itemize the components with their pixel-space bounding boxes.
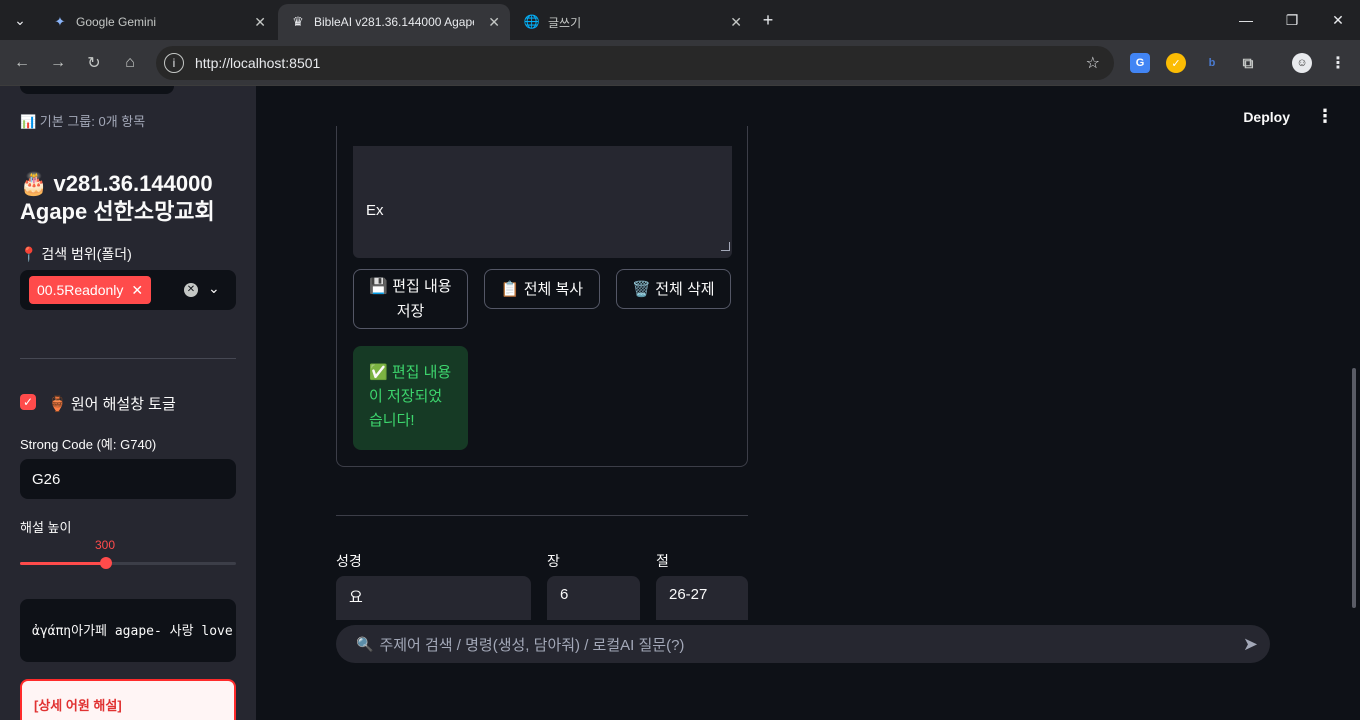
- restore-icon[interactable]: ❐: [1280, 8, 1304, 32]
- strong-code-label: Strong Code (예: G740): [20, 437, 157, 452]
- deploy-button[interactable]: Deploy: [1243, 109, 1290, 125]
- height-slider[interactable]: [20, 557, 236, 569]
- extensions-puzzle-icon[interactable]: ⧉: [1238, 53, 1258, 73]
- save-edit-button[interactable]: 💾 편집 내용 저장: [353, 269, 468, 329]
- bing-extension-icon[interactable]: b: [1202, 53, 1222, 73]
- sidebar-top-input[interactable]: [20, 86, 174, 94]
- reload-icon[interactable]: ↻: [82, 51, 106, 75]
- forward-icon[interactable]: →: [46, 51, 70, 75]
- tab-bibleai[interactable]: ♛ BibleAI v281.36.144000 Agape ✕: [278, 4, 510, 40]
- chat-placeholder: 주제어 검색 / 명령(생성, 담아줘) / 로컬AI 질문(?): [379, 636, 685, 654]
- browser-tab-bar: ⌄ ✦ Google Gemini ✕ ♛ BibleAI v281.36.14…: [0, 0, 1360, 40]
- clear-selection-icon[interactable]: ✕: [184, 283, 198, 297]
- detail-etymology-box: [상세 어원 해설]: [20, 679, 236, 720]
- height-slider-value: 300: [95, 538, 116, 552]
- chapter-input[interactable]: 6: [547, 576, 640, 620]
- browser-toolbar: ← → ↻ ⌂ i http://localhost:8501 ☆ G ✓ b …: [0, 40, 1360, 86]
- close-window-icon[interactable]: ✕: [1326, 8, 1350, 32]
- chip-label: 00.5Readonly: [37, 282, 124, 298]
- main-divider: [336, 515, 748, 516]
- version-title: 🎂 v281.36.144000 Agape 선한소망교회: [20, 171, 215, 224]
- selected-folder-chip[interactable]: 00.5Readonly ✕: [29, 276, 152, 304]
- close-tab-icon[interactable]: ✕: [254, 14, 266, 31]
- group-status-text: 📊 기본 그룹: 0개 항목: [20, 114, 146, 129]
- tab-google-gemini[interactable]: ✦ Google Gemini ✕: [40, 4, 276, 40]
- close-tab-icon[interactable]: ✕: [730, 14, 742, 31]
- chapter-label: 장: [547, 553, 560, 569]
- address-bar[interactable]: i http://localhost:8501 ☆: [156, 46, 1114, 80]
- search-icon: 🔍: [356, 635, 374, 652]
- main-scrollbar[interactable]: [1352, 368, 1356, 608]
- book-label: 성경: [336, 553, 362, 569]
- chip-remove-icon[interactable]: ✕: [131, 282, 143, 299]
- sidebar: 📊 기본 그룹: 0개 항목 🎂 v281.36.144000 Agape 선한…: [0, 86, 256, 720]
- toggle-label: 🏺 원어 해설창 토글: [48, 396, 176, 413]
- minimize-icon[interactable]: —: [1234, 8, 1258, 32]
- chrome-extension-icon[interactable]: ✓: [1166, 53, 1186, 73]
- home-icon[interactable]: ⌂: [118, 51, 142, 75]
- search-scope-label: 📍 검색 범위(폴더): [20, 246, 132, 262]
- main-menu-icon[interactable]: ⋮: [1316, 106, 1334, 127]
- chrome-menu-icon[interactable]: ⋮: [1328, 53, 1348, 73]
- folder-multiselect[interactable]: 00.5Readonly ✕ ✕ ⌄: [20, 270, 236, 310]
- save-success-message: ✅ 편집 내용이 저장되었습니다!: [353, 346, 468, 450]
- globe-icon: 🌐: [523, 14, 541, 29]
- send-icon[interactable]: ➤: [1243, 634, 1258, 655]
- delete-all-button[interactable]: 🗑️ 전체 삭제: [616, 269, 731, 309]
- back-icon[interactable]: ←: [10, 51, 34, 75]
- sidebar-divider: [20, 358, 236, 359]
- etymology-code-box: ἀγάπη아가페 agape- 사랑 love: [20, 599, 236, 662]
- copy-all-button[interactable]: 📋 전체 복사: [484, 269, 600, 309]
- bookmark-star-icon[interactable]: ☆: [1086, 53, 1100, 73]
- original-language-checkbox[interactable]: ✓: [20, 394, 36, 410]
- new-tab-icon[interactable]: +: [756, 8, 780, 32]
- site-info-icon[interactable]: i: [164, 53, 184, 73]
- slider-thumb[interactable]: [100, 557, 112, 569]
- main-area: Deploy ⋮ Ex 💾 편집 내용 저장 📋 전체 복사 🗑️ 전체 삭제 …: [256, 86, 1360, 720]
- detail-title: [상세 어원 해설]: [34, 698, 122, 713]
- verse-label: 절: [656, 553, 669, 569]
- translate-extension-icon[interactable]: G: [1130, 53, 1150, 73]
- gemini-icon: ✦: [54, 14, 66, 29]
- editor-textarea[interactable]: Ex: [353, 146, 732, 258]
- tab-write[interactable]: 🌐 글쓰기 ✕: [512, 4, 752, 40]
- slider-fill: [20, 562, 106, 565]
- tab-search-icon[interactable]: ⌄: [8, 8, 32, 32]
- resize-handle[interactable]: [721, 242, 730, 251]
- verse-input[interactable]: 26-27: [656, 576, 748, 620]
- close-tab-icon[interactable]: ✕: [488, 14, 500, 31]
- streamlit-crown-icon: ♛: [292, 14, 304, 29]
- height-label: 해설 높이: [20, 520, 72, 535]
- chevron-down-icon[interactable]: ⌄: [208, 280, 220, 297]
- profile-avatar[interactable]: ☺: [1292, 53, 1312, 73]
- editor-container: Ex 💾 편집 내용 저장 📋 전체 복사 🗑️ 전체 삭제 ✅ 편집 내용이 …: [336, 126, 748, 467]
- strong-code-input[interactable]: G26: [20, 459, 236, 499]
- chat-input[interactable]: 🔍 주제어 검색 / 명령(생성, 담아줘) / 로컬AI 질문(?) ➤: [336, 625, 1270, 663]
- url-text: http://localhost:8501: [195, 55, 321, 71]
- book-input[interactable]: 요: [336, 576, 531, 620]
